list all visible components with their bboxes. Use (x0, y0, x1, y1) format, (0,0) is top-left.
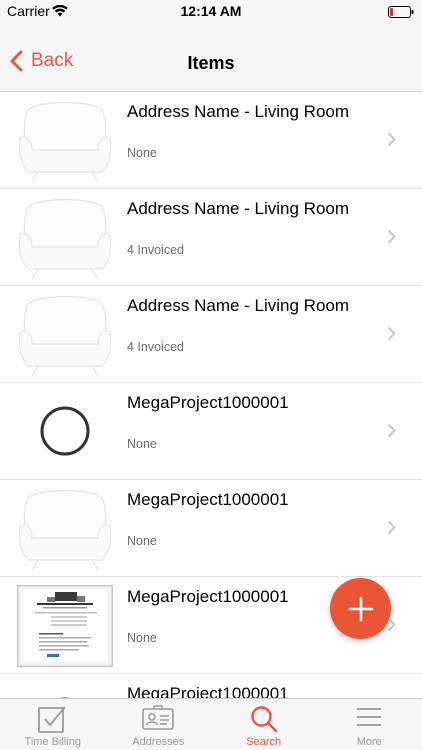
chair-icon (16, 195, 114, 280)
chevron-right-icon (387, 132, 396, 147)
item-name: MegaProject1000001 (127, 684, 289, 698)
chevron-right-icon (387, 326, 396, 341)
tab-label: More (356, 736, 382, 748)
tab-addresses[interactable]: Addresses (106, 699, 212, 750)
list-item[interactable]: Address Name - Living Room None (0, 92, 422, 189)
page-title: Items (187, 53, 235, 73)
clock: 12:14 AM (180, 3, 242, 19)
circle-icon (16, 680, 114, 698)
item-status: 4 Invoiced (127, 243, 184, 257)
item-name: MegaProject1000001 (127, 393, 289, 412)
list-item[interactable]: MegaProject1000001 (0, 674, 422, 698)
list-item[interactable]: MegaProject1000001 None (0, 480, 422, 577)
id-card-icon (106, 705, 212, 733)
add-item-button[interactable] (330, 578, 391, 639)
tab-label: Search (246, 736, 282, 748)
tab-more[interactable]: More (317, 699, 422, 750)
checkbox-icon (0, 705, 106, 733)
chevron-right-icon (387, 423, 396, 438)
list-item[interactable]: MegaProject1000001 None (0, 383, 422, 480)
item-status: 4 Invoiced (127, 340, 184, 354)
item-name: Address Name - Living Room (127, 296, 350, 315)
item-status: None (127, 146, 157, 160)
item-status: None (127, 534, 157, 548)
item-name: MegaProject1000001 (127, 587, 289, 606)
chair-icon (16, 98, 114, 183)
search-icon (211, 705, 317, 733)
chair-icon (16, 292, 114, 377)
plus-icon (348, 596, 373, 621)
item-name: MegaProject1000001 (127, 490, 289, 509)
tab-bar: Time Billing Addresses Search More (0, 698, 422, 750)
item-status: None (127, 437, 157, 451)
battery-icon (388, 5, 414, 23)
chevron-right-icon (387, 229, 396, 244)
circle-icon (16, 389, 114, 474)
status-bar: Carrier 12:14 AM (0, 0, 422, 22)
tab-label: Time Billing (24, 736, 81, 748)
menu-icon (317, 705, 422, 733)
item-status: None (127, 631, 157, 645)
list-item[interactable]: Address Name - Living Room 4 Invoiced (0, 189, 422, 286)
chevron-right-icon (387, 520, 396, 535)
tab-time-billing[interactable]: Time Billing (0, 699, 106, 750)
list-item[interactable]: Address Name - Living Room 4 Invoiced (0, 286, 422, 383)
item-name: Address Name - Living Room (127, 102, 350, 121)
tab-search[interactable]: Search (211, 699, 317, 750)
navigation-bar: Back Items (0, 22, 422, 92)
chair-icon (16, 486, 114, 571)
item-name: Address Name - Living Room (127, 199, 350, 218)
document-thumbnail (16, 583, 114, 668)
tab-label: Addresses (132, 736, 185, 748)
